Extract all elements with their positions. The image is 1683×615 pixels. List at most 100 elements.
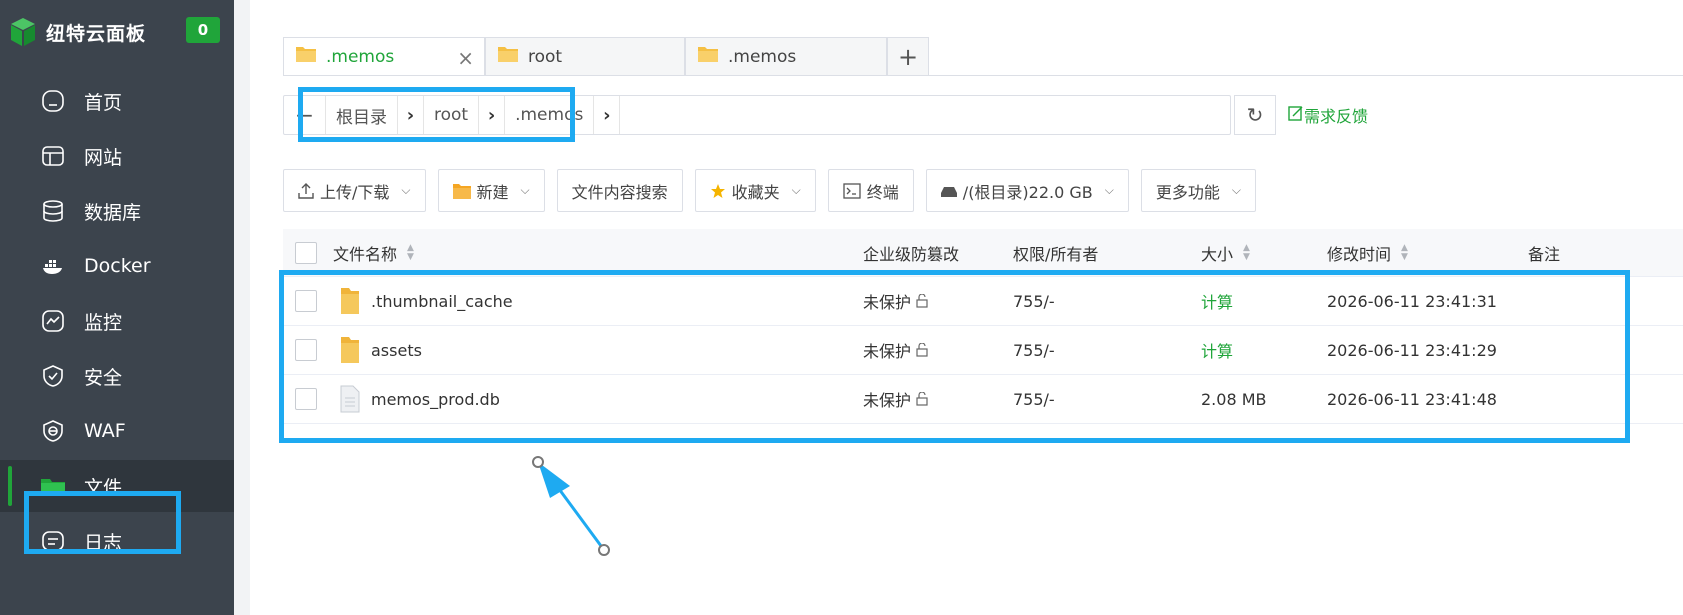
upload-download-button[interactable]: 上传/下载 ⌵	[283, 169, 426, 212]
feedback-label: 需求反馈	[1304, 107, 1369, 126]
breadcrumb: ← 根目录 › root › .memos ›	[283, 95, 1231, 135]
sidebar-item-label: 安全	[84, 366, 123, 389]
modified-time: 2026-06-11 23:41:31	[1327, 291, 1497, 311]
tamper-status[interactable]: 未保护	[863, 277, 929, 325]
folder-icon	[339, 277, 361, 325]
favorites-label: 收藏夹	[731, 182, 780, 202]
permission[interactable]: 755/-	[1013, 326, 1055, 374]
new-button[interactable]: 新建 ⌵	[437, 169, 545, 212]
size-calculate-link[interactable]: 计算	[1201, 326, 1233, 374]
star-icon	[710, 183, 726, 199]
sidebar-item-database[interactable]: 数据库	[0, 185, 234, 237]
sidebar-item-label: 文件	[84, 476, 123, 499]
terminal-icon	[843, 182, 861, 199]
new-folder-icon	[452, 183, 471, 199]
select-all-checkbox[interactable]	[295, 229, 317, 276]
column-name[interactable]: 文件名称 ▲ ▼	[333, 229, 414, 276]
folder-icon	[498, 46, 518, 67]
unlock-icon	[915, 392, 929, 406]
folder-icon	[698, 46, 718, 67]
chevron-down-icon: ⌵	[791, 183, 801, 197]
logo[interactable]: 纽特云面板 0	[10, 14, 224, 50]
tab-memos[interactable]: .memos	[685, 37, 887, 75]
chevron-right-icon[interactable]: ›	[479, 96, 506, 134]
file-manager-panel: .memos × root .memos + ← 根目录 › root › .m…	[250, 0, 1683, 615]
file-name[interactable]: assets	[371, 326, 422, 374]
sidebar-item-website[interactable]: 网站	[0, 130, 234, 182]
database-icon	[40, 198, 66, 224]
row-checkbox[interactable]	[295, 326, 317, 374]
sidebar-item-label: 日志	[84, 531, 123, 554]
docker-icon	[40, 253, 66, 279]
file-name[interactable]: memos_prod.db	[371, 375, 500, 423]
file-name[interactable]: .thumbnail_cache	[371, 277, 513, 325]
disk-select[interactable]: /(根目录)22.0 GB ⌵	[925, 169, 1129, 212]
sort-icon[interactable]: ▲ ▼	[407, 243, 414, 262]
column-tamper: 企业级防篡改	[863, 244, 960, 264]
close-icon[interactable]: ×	[457, 46, 474, 70]
permission[interactable]: 755/-	[1013, 375, 1055, 423]
column-size[interactable]: 大小 ▲ ▼	[1201, 229, 1250, 276]
row-checkbox[interactable]	[295, 375, 317, 423]
favorites-button[interactable]: 收藏夹 ⌵	[694, 169, 816, 212]
tab-memos-active[interactable]: .memos ×	[283, 37, 485, 75]
sidebar-item-home[interactable]: 首页	[0, 75, 234, 127]
table-row[interactable]: .thumbnail_cache 未保护 755/- 计算 2026-06-11…	[283, 277, 1683, 326]
sidebar-item-label: 监控	[84, 311, 123, 334]
sidebar-item-security[interactable]: 安全	[0, 350, 234, 402]
row-checkbox[interactable]	[295, 277, 317, 325]
content-search-button[interactable]: 文件内容搜索	[556, 169, 683, 212]
breadcrumb-root-dir[interactable]: root	[424, 96, 480, 134]
refresh-button[interactable]: ↻	[1234, 95, 1276, 135]
sidebar-item-label: 首页	[84, 91, 123, 114]
waf-icon	[40, 418, 66, 444]
breadcrumb-root[interactable]: 根目录	[326, 96, 398, 134]
logo-text: 纽特云面板	[46, 22, 147, 45]
feedback-link[interactable]: 需求反馈	[1288, 103, 1368, 127]
sidebar: 纽特云面板 0 首页 网站 数据库 Docker 监控 安全 WAF 文件 日志	[0, 0, 234, 615]
column-modified[interactable]: 修改时间 ▲ ▼	[1327, 229, 1408, 276]
toolbar: 上传/下载 ⌵ 新建 ⌵ 文件内容搜索 收藏夹 ⌵ 终端 /(根目录)22.0 …	[283, 169, 1268, 212]
home-icon	[40, 88, 66, 114]
tab-root[interactable]: root	[485, 37, 685, 75]
upload-icon	[298, 182, 314, 199]
notification-badge[interactable]: 0	[186, 17, 220, 43]
back-button[interactable]: ←	[284, 96, 326, 134]
upload-download-label: 上传/下载	[320, 182, 390, 202]
tamper-status[interactable]: 未保护	[863, 375, 929, 423]
tab-divider	[283, 75, 1683, 76]
file-icon	[339, 375, 361, 423]
sort-icon[interactable]: ▲ ▼	[1243, 243, 1250, 262]
sidebar-item-waf[interactable]: WAF	[0, 405, 234, 457]
more-functions-label: 更多功能	[1155, 182, 1220, 202]
monitor-icon	[40, 308, 66, 334]
sort-icon[interactable]: ▲ ▼	[1401, 243, 1408, 262]
sidebar-item-monitor[interactable]: 监控	[0, 295, 234, 347]
folder-icon	[40, 473, 66, 499]
shield-icon	[40, 363, 66, 389]
table-header: 文件名称 ▲ ▼ 企业级防篡改 权限/所有者 大小 ▲ ▼ 修改时间 ▲ ▼ 备注	[283, 229, 1683, 277]
more-functions-button[interactable]: 更多功能 ⌵	[1140, 169, 1256, 212]
tamper-status[interactable]: 未保护	[863, 326, 929, 374]
add-tab-button[interactable]: +	[887, 37, 929, 75]
website-icon	[40, 143, 66, 169]
breadcrumb-memos[interactable]: .memos	[505, 96, 595, 134]
size-calculate-link[interactable]: 计算	[1201, 277, 1233, 325]
folder-icon	[339, 326, 361, 374]
sidebar-item-label: 数据库	[84, 201, 142, 224]
chevron-right-icon[interactable]: ›	[594, 96, 621, 134]
unlock-icon	[915, 294, 929, 308]
table-row[interactable]: memos_prod.db 未保护 755/- 2.08 MB 2026-06-…	[283, 375, 1683, 424]
sidebar-item-docker[interactable]: Docker	[0, 240, 234, 292]
modified-time: 2026-06-11 23:41:29	[1327, 340, 1497, 360]
table-row[interactable]: assets 未保护 755/- 计算 2026-06-11 23:41:29	[283, 326, 1683, 375]
chevron-down-icon: ⌵	[1104, 183, 1114, 197]
sidebar-item-files[interactable]: 文件	[0, 460, 234, 512]
permission[interactable]: 755/-	[1013, 277, 1055, 325]
sidebar-item-logs[interactable]: 日志	[0, 515, 234, 567]
chevron-right-icon[interactable]: ›	[398, 96, 424, 134]
content-search-label: 文件内容搜索	[571, 182, 668, 202]
edit-icon	[1288, 105, 1304, 125]
terminal-button[interactable]: 终端	[827, 169, 914, 212]
disk-icon	[940, 184, 957, 198]
